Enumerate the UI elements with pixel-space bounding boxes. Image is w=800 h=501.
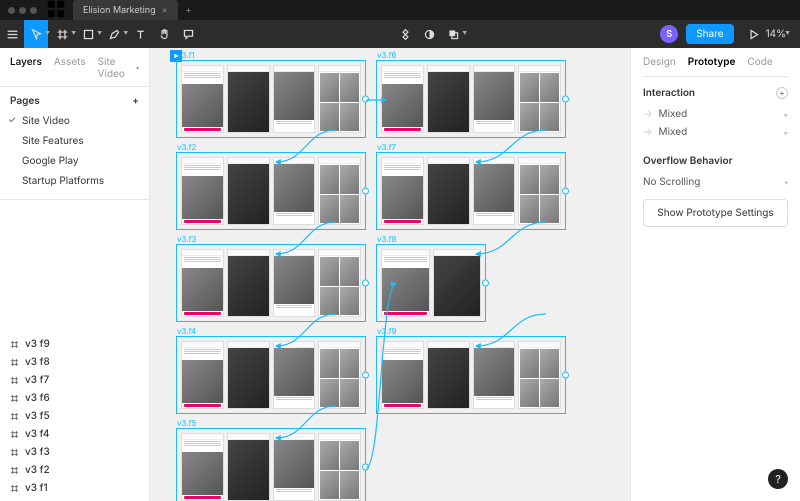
layer-item[interactable]: v3 f8 (0, 353, 149, 371)
text-tool[interactable] (128, 20, 152, 48)
present-button[interactable] (742, 20, 766, 48)
file-name: Elision Marketing (83, 5, 156, 16)
hand-tool[interactable] (152, 20, 176, 48)
page-selector[interactable]: Site Video▾ (98, 56, 139, 80)
left-panel: Layers Assets Site Video▾ Pages + Site V… (0, 48, 150, 501)
frame[interactable]: v3.f3 (176, 244, 366, 322)
layer-item[interactable]: v3 f6 (0, 389, 149, 407)
share-button[interactable]: Share (686, 24, 733, 44)
tab-assets[interactable]: Assets (54, 56, 86, 80)
add-page-button[interactable]: + (132, 95, 139, 107)
frame[interactable]: v3.f9 (376, 336, 566, 414)
layers-list: v3 f9v3 f8v3 f7v3 f6v3 f5v3 f4v3 f3v3 f2… (0, 199, 149, 501)
overflow-select[interactable]: No Scrolling▾ (643, 173, 788, 191)
frame[interactable]: v3.f8 (376, 244, 486, 322)
window-controls[interactable] (0, 7, 45, 14)
new-tab-button[interactable]: + (178, 5, 200, 16)
layer-item[interactable]: v3 f5 (0, 407, 149, 425)
pages-label: Pages (10, 95, 40, 107)
frame[interactable]: v3.f4 (176, 336, 366, 414)
close-icon[interactable]: × (162, 5, 168, 16)
menu-button[interactable] (0, 20, 24, 48)
interaction-row[interactable]: →Mixed▸ (643, 105, 788, 123)
toolbar: ▼ ▼ ▼ ▼ ▼ S Share 14%▼ (0, 20, 800, 48)
frame[interactable]: v3.f1 (176, 60, 366, 138)
max-dot[interactable] (30, 7, 37, 14)
show-prototype-settings-button[interactable]: Show Prototype Settings (643, 199, 788, 227)
component-icon[interactable] (393, 20, 417, 48)
layer-item[interactable]: v3 f1 (0, 479, 149, 497)
frame[interactable]: v3.f2 (176, 152, 366, 230)
comment-tool[interactable] (176, 20, 200, 48)
layer-item[interactable]: v3 f2 (0, 461, 149, 479)
pages-list: Site VideoSite FeaturesGoogle PlayStartu… (0, 111, 149, 199)
min-dot[interactable] (19, 7, 26, 14)
add-interaction-button[interactable]: + (776, 87, 788, 99)
overflow-label: Overflow Behavior (643, 141, 788, 173)
tab-design[interactable]: Design (643, 56, 676, 68)
user-avatar[interactable]: S (660, 25, 678, 43)
layer-item[interactable]: v3 f3 (0, 443, 149, 461)
interaction-label: Interaction (643, 87, 695, 99)
page-item[interactable]: Site Video (0, 111, 149, 131)
frame[interactable]: v3.f5 (176, 428, 366, 501)
layer-item[interactable]: v3 f4 (0, 425, 149, 443)
interaction-row[interactable]: →Mixed▸ (643, 123, 788, 141)
page-item[interactable]: Startup Platforms (0, 171, 149, 191)
close-dot[interactable] (8, 7, 15, 14)
layer-item[interactable]: v3 f9 (0, 335, 149, 353)
frame[interactable]: v3.f7 (376, 152, 566, 230)
tab-code[interactable]: Code (747, 56, 772, 68)
right-panel: Design Prototype Code Interaction + →Mix… (630, 48, 800, 501)
tab-layers[interactable]: Layers (10, 56, 42, 80)
file-tab[interactable]: Elision Marketing × (73, 0, 178, 20)
layer-item[interactable]: v3 f7 (0, 371, 149, 389)
frame[interactable]: v3.f6 (376, 60, 566, 138)
titlebar: Elision Marketing × + (0, 0, 800, 20)
zoom-control[interactable]: 14%▼ (766, 28, 800, 40)
page-item[interactable]: Site Features (0, 131, 149, 151)
canvas[interactable]: v3.f1v3.f6v3.f2v3.f7v3.f3v3.f8v3.f4v3.f9… (150, 48, 630, 501)
page-item[interactable]: Google Play (0, 151, 149, 171)
tab-prototype[interactable]: Prototype (688, 56, 736, 68)
mask-icon[interactable] (417, 20, 441, 48)
help-button[interactable]: ? (768, 469, 788, 489)
